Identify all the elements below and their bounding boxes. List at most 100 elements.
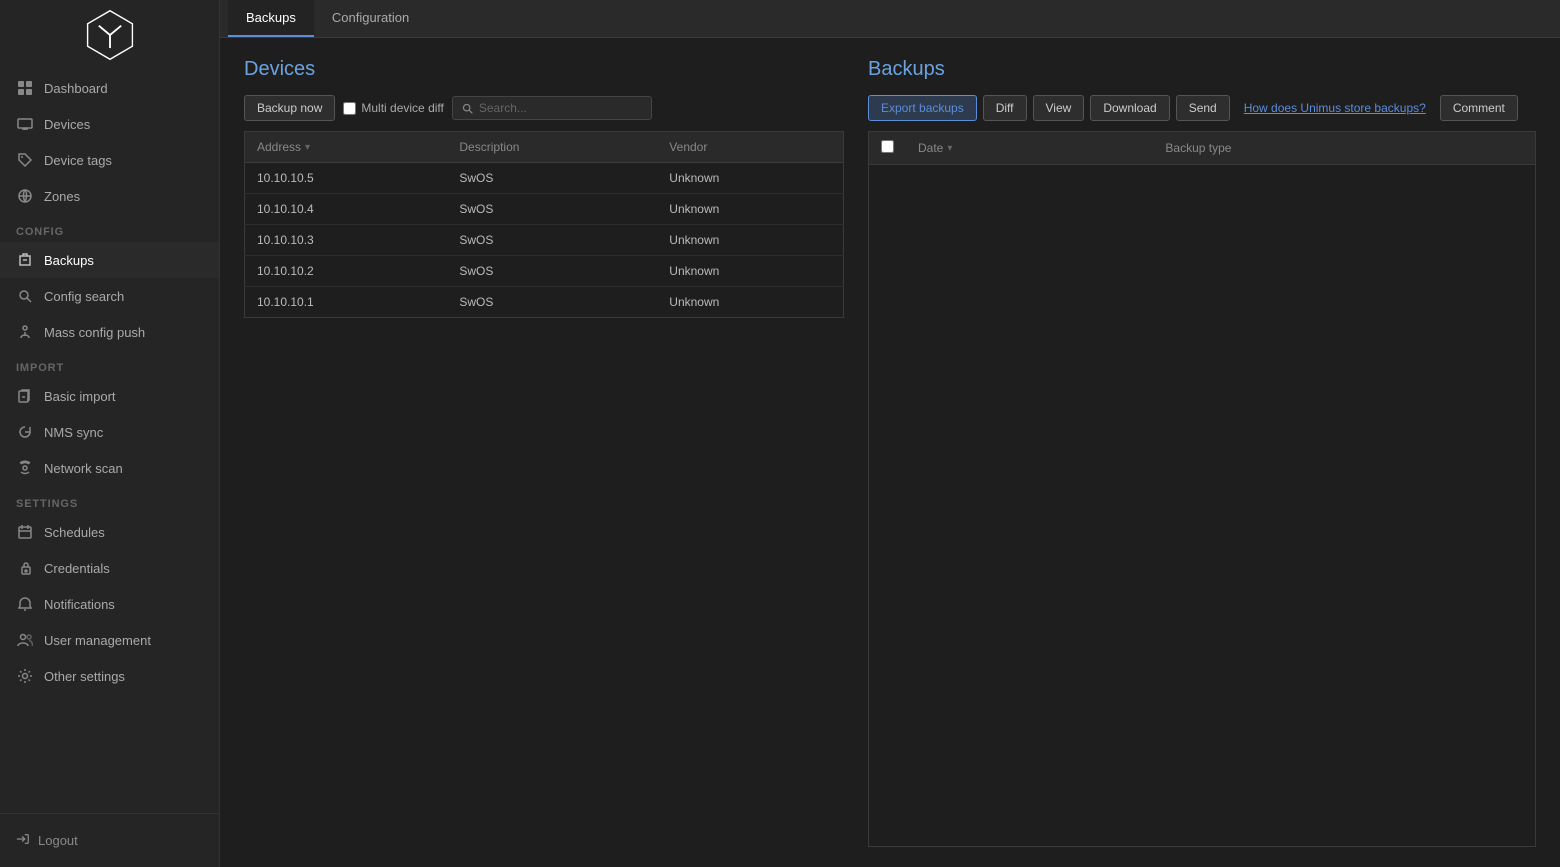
sidebar-item-device-tags[interactable]: Device tags <box>0 142 219 178</box>
sidebar-item-config-search[interactable]: Config search <box>0 278 219 314</box>
col-header-checkbox <box>869 132 906 165</box>
sidebar-item-devices[interactable]: Devices <box>0 106 219 142</box>
push-icon <box>16 323 34 341</box>
sidebar-item-zones[interactable]: Zones <box>0 178 219 214</box>
device-description: SwOS <box>447 287 657 318</box>
sidebar-label-backups: Backups <box>44 253 94 268</box>
sidebar-label-config-search: Config search <box>44 289 124 304</box>
backups-toolbar: Export backups Diff View Download Send H… <box>868 95 1536 121</box>
col-header-backup-type: Backup type <box>1153 132 1535 165</box>
settings-icon <box>16 667 34 685</box>
sidebar-label-schedules: Schedules <box>44 525 105 540</box>
sidebar-item-dashboard[interactable]: Dashboard <box>0 70 219 106</box>
sidebar-nav: Dashboard Devices Device tags Zones CONF… <box>0 70 219 813</box>
sidebar-label-credentials: Credentials <box>44 561 110 576</box>
device-vendor: Unknown <box>657 225 843 256</box>
backups-icon <box>16 251 34 269</box>
import-icon <box>16 387 34 405</box>
sidebar-label-zones: Zones <box>44 189 80 204</box>
devices-table: Address ▾ Description Vendor 10.10.10.5 … <box>244 131 844 318</box>
device-address: 10.10.10.2 <box>245 256 448 287</box>
search-icon <box>16 287 34 305</box>
download-button[interactable]: Download <box>1090 95 1169 121</box>
send-button[interactable]: Send <box>1176 95 1230 121</box>
devices-search-input[interactable] <box>479 101 643 115</box>
export-backups-button[interactable]: Export backups <box>868 95 977 121</box>
sidebar-item-other-settings[interactable]: Other settings <box>0 658 219 694</box>
sidebar-footer: Logout <box>0 813 219 867</box>
comment-button[interactable]: Comment <box>1440 95 1518 121</box>
devices-icon <box>16 115 34 133</box>
devices-panel: Devices Backup now Multi device diff <box>244 58 844 847</box>
notifications-icon <box>16 595 34 613</box>
sidebar-item-schedules[interactable]: Schedules <box>0 514 219 550</box>
sidebar-item-notifications[interactable]: Notifications <box>0 586 219 622</box>
sidebar-item-backups[interactable]: Backups <box>0 242 219 278</box>
main-content: Backups Configuration Devices Backup now… <box>220 0 1560 867</box>
dashboard-icon <box>16 79 34 97</box>
view-button[interactable]: View <box>1033 95 1085 121</box>
tab-backups[interactable]: Backups <box>228 0 314 37</box>
multi-device-diff-checkbox[interactable] <box>343 102 356 115</box>
device-vendor: Unknown <box>657 287 843 318</box>
backups-panel: Backups Export backups Diff View Downloa… <box>844 58 1536 847</box>
backups-table: Date ▾ Backup type <box>869 132 1535 165</box>
sidebar-label-dashboard: Dashboard <box>44 81 108 96</box>
sidebar: Dashboard Devices Device tags Zones CONF… <box>0 0 220 867</box>
devices-panel-title: Devices <box>244 58 844 81</box>
device-address: 10.10.10.4 <box>245 194 448 225</box>
sidebar-item-nms-sync[interactable]: NMS sync <box>0 414 219 450</box>
device-vendor: Unknown <box>657 194 843 225</box>
sidebar-label-mass-config-push: Mass config push <box>44 325 145 340</box>
multi-device-diff-label[interactable]: Multi device diff <box>343 101 443 115</box>
search-input-icon <box>461 102 474 115</box>
table-row[interactable]: 10.10.10.1 SwOS Unknown <box>245 287 844 318</box>
date-sort-arrow: ▾ <box>947 143 952 154</box>
sync-icon <box>16 423 34 441</box>
how-does-link[interactable]: How does Unimus store backups? <box>1236 96 1434 120</box>
sidebar-label-user-management: User management <box>44 633 151 648</box>
backups-table-container: Date ▾ Backup type <box>868 131 1536 847</box>
config-section-label: CONFIG <box>0 214 219 242</box>
sidebar-item-credentials[interactable]: Credentials <box>0 550 219 586</box>
schedules-icon <box>16 523 34 541</box>
tag-icon <box>16 151 34 169</box>
sidebar-item-basic-import[interactable]: Basic import <box>0 378 219 414</box>
sidebar-item-user-management[interactable]: User management <box>0 622 219 658</box>
logout-button[interactable]: Logout <box>16 826 203 855</box>
diff-button[interactable]: Diff <box>983 95 1027 121</box>
device-description: SwOS <box>447 225 657 256</box>
col-header-description: Description <box>447 132 657 163</box>
sidebar-label-notifications: Notifications <box>44 597 115 612</box>
tab-configuration[interactable]: Configuration <box>314 0 427 37</box>
col-header-date: Date ▾ <box>906 132 1153 165</box>
table-row[interactable]: 10.10.10.5 SwOS Unknown <box>245 163 844 194</box>
logo <box>0 0 219 70</box>
sidebar-label-basic-import: Basic import <box>44 389 116 404</box>
table-row[interactable]: 10.10.10.4 SwOS Unknown <box>245 194 844 225</box>
zones-icon <box>16 187 34 205</box>
tabs-bar: Backups Configuration <box>220 0 1560 38</box>
device-description: SwOS <box>447 163 657 194</box>
sidebar-item-mass-config-push[interactable]: Mass config push <box>0 314 219 350</box>
page-content: Devices Backup now Multi device diff <box>220 38 1560 867</box>
table-row[interactable]: 10.10.10.2 SwOS Unknown <box>245 256 844 287</box>
sidebar-label-network-scan: Network scan <box>44 461 123 476</box>
device-address: 10.10.10.5 <box>245 163 448 194</box>
table-row[interactable]: 10.10.10.3 SwOS Unknown <box>245 225 844 256</box>
sidebar-label-device-tags: Device tags <box>44 153 112 168</box>
search-wrapper <box>452 96 652 120</box>
import-section-label: IMPORT <box>0 350 219 378</box>
sidebar-item-network-scan[interactable]: Network scan <box>0 450 219 486</box>
device-description: SwOS <box>447 256 657 287</box>
scan-icon <box>16 459 34 477</box>
panels: Devices Backup now Multi device diff <box>244 58 1536 847</box>
credentials-icon <box>16 559 34 577</box>
backup-now-button[interactable]: Backup now <box>244 95 335 121</box>
col-header-vendor: Vendor <box>657 132 843 163</box>
device-address: 10.10.10.3 <box>245 225 448 256</box>
address-sort-arrow: ▾ <box>305 142 310 153</box>
device-vendor: Unknown <box>657 256 843 287</box>
users-icon <box>16 631 34 649</box>
select-all-backups-checkbox[interactable] <box>881 140 894 153</box>
